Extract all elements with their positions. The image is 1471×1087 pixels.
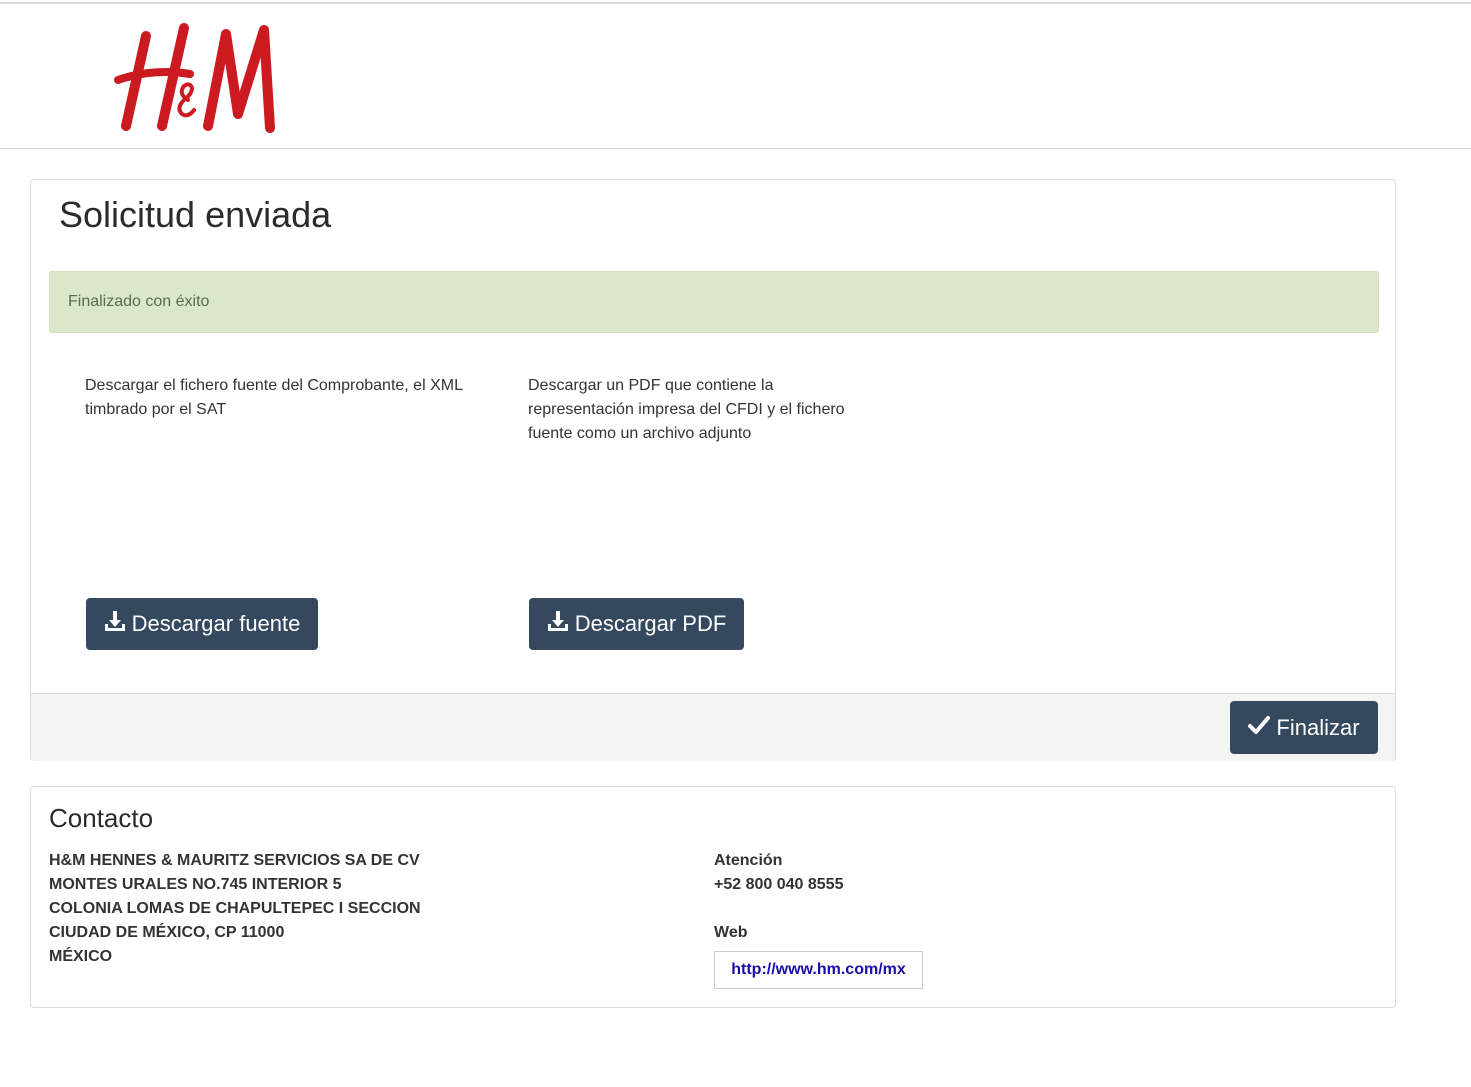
page-title: Solicitud enviada — [59, 194, 332, 235]
alert-text: Finalizado con éxito — [68, 293, 210, 310]
pdf-description: Descargar un PDF que contiene la represe… — [528, 377, 845, 442]
panel-footer: Finalizar — [31, 693, 1395, 761]
check-icon — [1248, 715, 1271, 741]
address-line: H&M HENNES & MAURITZ SERVICIOS SA DE CV — [49, 852, 420, 869]
download-source-label: Descargar fuente — [131, 611, 301, 636]
address-line: COLONIA LOMAS DE CHAPULTEPEC I SECCION — [49, 900, 421, 917]
company-address: H&M HENNES & MAURITZ SERVICIOS SA DE CV … — [49, 849, 421, 969]
page-header — [0, 4, 1471, 149]
download-icon — [547, 610, 569, 638]
download-pdf-button[interactable]: Descargar PDF — [529, 598, 744, 650]
source-description: Descargar el fichero fuente del Comproba… — [85, 377, 463, 418]
attention-label: Atención — [714, 852, 783, 869]
address-line: CIUDAD DE MÉXICO, CP 11000 — [49, 924, 285, 941]
attention-phone: +52 800 040 8555 — [714, 876, 844, 893]
contact-title: Contacto — [49, 803, 154, 833]
hm-logo[interactable] — [112, 18, 282, 134]
web-label: Web — [714, 924, 748, 941]
request-panel: Solicitud enviada Finalizado con éxito D… — [30, 179, 1396, 761]
download-pdf-label: Descargar PDF — [574, 611, 727, 636]
success-alert: Finalizado con éxito — [49, 271, 1379, 333]
contact-panel: Contacto H&M HENNES & MAURITZ SERVICIOS … — [30, 786, 1396, 1008]
address-line: MÉXICO — [49, 948, 113, 965]
address-line: MONTES URALES NO.745 INTERIOR 5 — [49, 876, 342, 893]
finish-label: Finalizar — [1276, 714, 1360, 740]
finish-button[interactable]: Finalizar — [1230, 701, 1378, 754]
download-source-button[interactable]: Descargar fuente — [86, 598, 318, 650]
download-icon — [104, 610, 126, 638]
website-link[interactable]: http://www.hm.com/mx — [714, 951, 923, 989]
